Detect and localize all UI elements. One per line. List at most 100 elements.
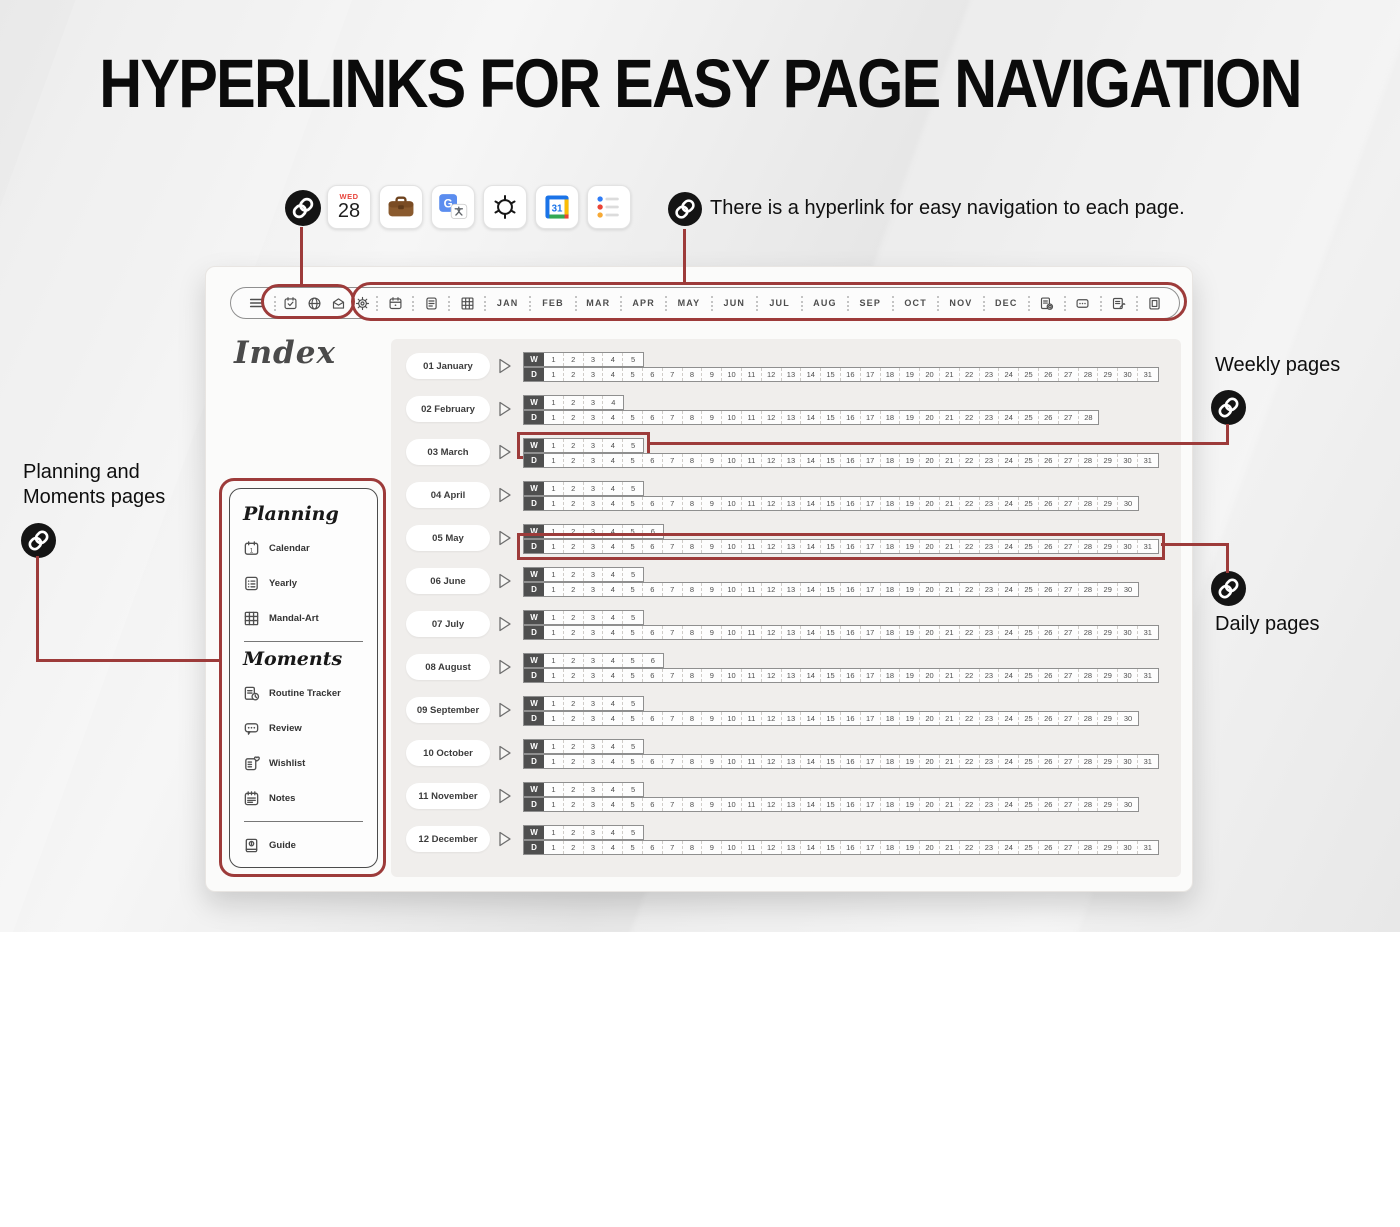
- day-cell[interactable]: 7: [663, 669, 683, 682]
- day-cell[interactable]: 5: [623, 411, 643, 424]
- day-cell[interactable]: 18: [881, 626, 901, 639]
- day-cell[interactable]: 22: [960, 669, 980, 682]
- day-cell[interactable]: 22: [960, 497, 980, 510]
- day-cell[interactable]: 23: [980, 454, 1000, 467]
- day-cell[interactable]: 8: [683, 798, 703, 811]
- day-cell[interactable]: 8: [683, 669, 703, 682]
- day-cell[interactable]: 29: [1098, 540, 1118, 553]
- day-cell[interactable]: 27: [1059, 368, 1079, 381]
- month-tab-apr[interactable]: APR: [624, 298, 663, 308]
- week-cell[interactable]: 1: [544, 439, 564, 452]
- day-cell[interactable]: 16: [841, 626, 861, 639]
- sidebar-item-calendar[interactable]: 1Calendar: [243, 531, 364, 566]
- day-cell[interactable]: 8: [683, 626, 703, 639]
- day-cell[interactable]: 1: [544, 669, 564, 682]
- day-cell[interactable]: 17: [861, 368, 881, 381]
- day-cell[interactable]: 22: [960, 368, 980, 381]
- day-cell[interactable]: 25: [1019, 497, 1039, 510]
- day-cell[interactable]: 31: [1138, 841, 1158, 854]
- day-cell[interactable]: 23: [980, 669, 1000, 682]
- day-cell[interactable]: 27: [1059, 755, 1079, 768]
- day-cell[interactable]: 4: [603, 841, 623, 854]
- day-cell[interactable]: 2: [564, 755, 584, 768]
- sidebar-item-wishlist[interactable]: Wishlist: [243, 746, 364, 781]
- day-cell[interactable]: 14: [801, 755, 821, 768]
- day-cell[interactable]: 27: [1059, 540, 1079, 553]
- day-cell[interactable]: 23: [980, 411, 1000, 424]
- day-cell[interactable]: 21: [940, 798, 960, 811]
- day-cell[interactable]: 25: [1019, 669, 1039, 682]
- day-cell[interactable]: 14: [801, 497, 821, 510]
- day-cell[interactable]: 28: [1079, 411, 1099, 424]
- day-cell[interactable]: 5: [623, 540, 643, 553]
- day-cell[interactable]: 20: [920, 540, 940, 553]
- day-cell[interactable]: 27: [1059, 454, 1079, 467]
- day-cell[interactable]: 16: [841, 841, 861, 854]
- day-cell[interactable]: 1: [544, 497, 564, 510]
- doc-sync-icon[interactable]: [1032, 296, 1062, 311]
- day-cell[interactable]: 21: [940, 540, 960, 553]
- day-cell[interactable]: 12: [762, 540, 782, 553]
- inbox-icon[interactable]: [326, 296, 350, 311]
- week-cell[interactable]: 5: [623, 783, 643, 796]
- day-cell[interactable]: 29: [1098, 841, 1118, 854]
- day-cell[interactable]: 2: [564, 454, 584, 467]
- day-cell[interactable]: 28: [1079, 712, 1099, 725]
- month-pill[interactable]: 09 September: [406, 697, 490, 723]
- day-cell[interactable]: 21: [940, 497, 960, 510]
- day-cell[interactable]: 5: [623, 497, 643, 510]
- day-cell[interactable]: 16: [841, 497, 861, 510]
- day-cell[interactable]: 23: [980, 712, 1000, 725]
- day-cell[interactable]: 16: [841, 454, 861, 467]
- day-cell[interactable]: 5: [623, 583, 643, 596]
- day-cell[interactable]: 27: [1059, 669, 1079, 682]
- review-card-icon[interactable]: [1068, 296, 1098, 311]
- day-cell[interactable]: 8: [683, 411, 703, 424]
- day-cell[interactable]: 25: [1019, 368, 1039, 381]
- month-tab-jan[interactable]: JAN: [488, 298, 527, 308]
- day-cell[interactable]: 16: [841, 411, 861, 424]
- sidebar-item-yearly[interactable]: Yearly: [243, 566, 364, 601]
- week-cell[interactable]: 4: [603, 697, 623, 710]
- day-cell[interactable]: 19: [900, 454, 920, 467]
- day-cell[interactable]: 5: [623, 798, 643, 811]
- week-cell[interactable]: 6: [643, 654, 663, 667]
- day-cell[interactable]: 16: [841, 368, 861, 381]
- day-cell[interactable]: 7: [663, 368, 683, 381]
- day-cell[interactable]: 1: [544, 540, 564, 553]
- day-cell[interactable]: 11: [742, 712, 762, 725]
- day-cell[interactable]: 31: [1138, 669, 1158, 682]
- week-cell[interactable]: 3: [584, 439, 604, 452]
- day-cell[interactable]: 26: [1039, 841, 1059, 854]
- day-cell[interactable]: 13: [782, 755, 802, 768]
- day-cell[interactable]: 26: [1039, 411, 1059, 424]
- day-cell[interactable]: 13: [782, 626, 802, 639]
- week-cell[interactable]: 5: [623, 611, 643, 624]
- day-cell[interactable]: 9: [702, 755, 722, 768]
- day-cell[interactable]: 14: [801, 626, 821, 639]
- play-icon[interactable]: [495, 357, 513, 375]
- day-cell[interactable]: 7: [663, 497, 683, 510]
- day-cell[interactable]: 30: [1118, 540, 1138, 553]
- day-cell[interactable]: 14: [801, 368, 821, 381]
- day-cell[interactable]: 18: [881, 755, 901, 768]
- day-cell[interactable]: 26: [1039, 454, 1059, 467]
- day-cell[interactable]: 13: [782, 841, 802, 854]
- month-tab-feb[interactable]: FEB: [533, 298, 572, 308]
- week-cell[interactable]: 1: [544, 568, 564, 581]
- month-tab-mar[interactable]: MAR: [579, 298, 618, 308]
- day-cell[interactable]: 11: [742, 454, 762, 467]
- day-cell[interactable]: 7: [663, 755, 683, 768]
- day-cell[interactable]: 6: [643, 411, 663, 424]
- day-cell[interactable]: 6: [643, 755, 663, 768]
- day-cell[interactable]: 25: [1019, 626, 1039, 639]
- notebook-icon[interactable]: [1140, 296, 1170, 311]
- note-edit-icon[interactable]: [1104, 296, 1134, 311]
- day-cell[interactable]: 13: [782, 411, 802, 424]
- day-cell[interactable]: 3: [584, 454, 604, 467]
- week-cell[interactable]: 5: [623, 525, 643, 538]
- day-cell[interactable]: 10: [722, 411, 742, 424]
- day-cell[interactable]: 4: [603, 626, 623, 639]
- day-cell[interactable]: 19: [900, 712, 920, 725]
- play-icon[interactable]: [495, 400, 513, 418]
